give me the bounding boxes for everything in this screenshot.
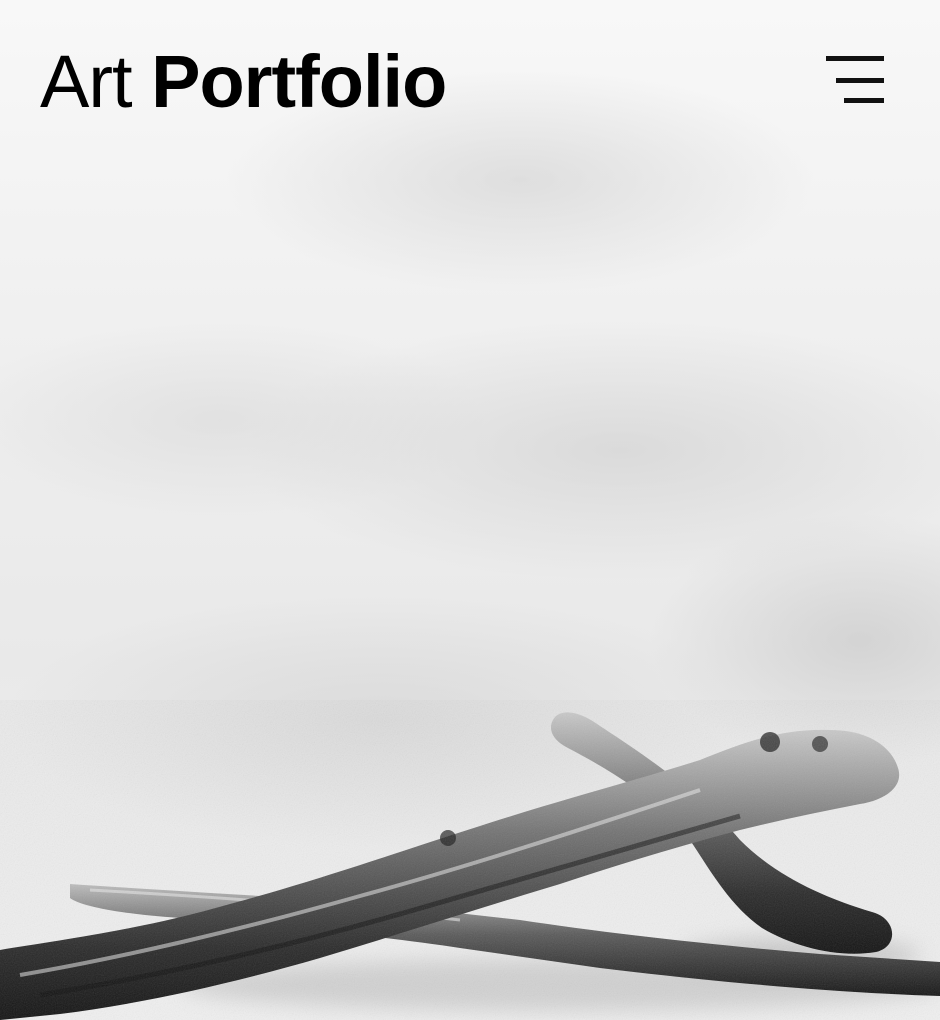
menu-icon-bar (826, 56, 884, 61)
menu-icon-bar (836, 78, 884, 83)
logo-text-bold: Portfolio (151, 40, 447, 123)
menu-icon-bar (844, 98, 884, 103)
menu-button[interactable] (820, 52, 890, 112)
logo-text-light: Art (40, 40, 133, 123)
portfolio-page: Art Portfolio (0, 0, 940, 1020)
site-logo[interactable]: Art Portfolio (40, 36, 447, 128)
site-header: Art Portfolio (0, 0, 940, 160)
